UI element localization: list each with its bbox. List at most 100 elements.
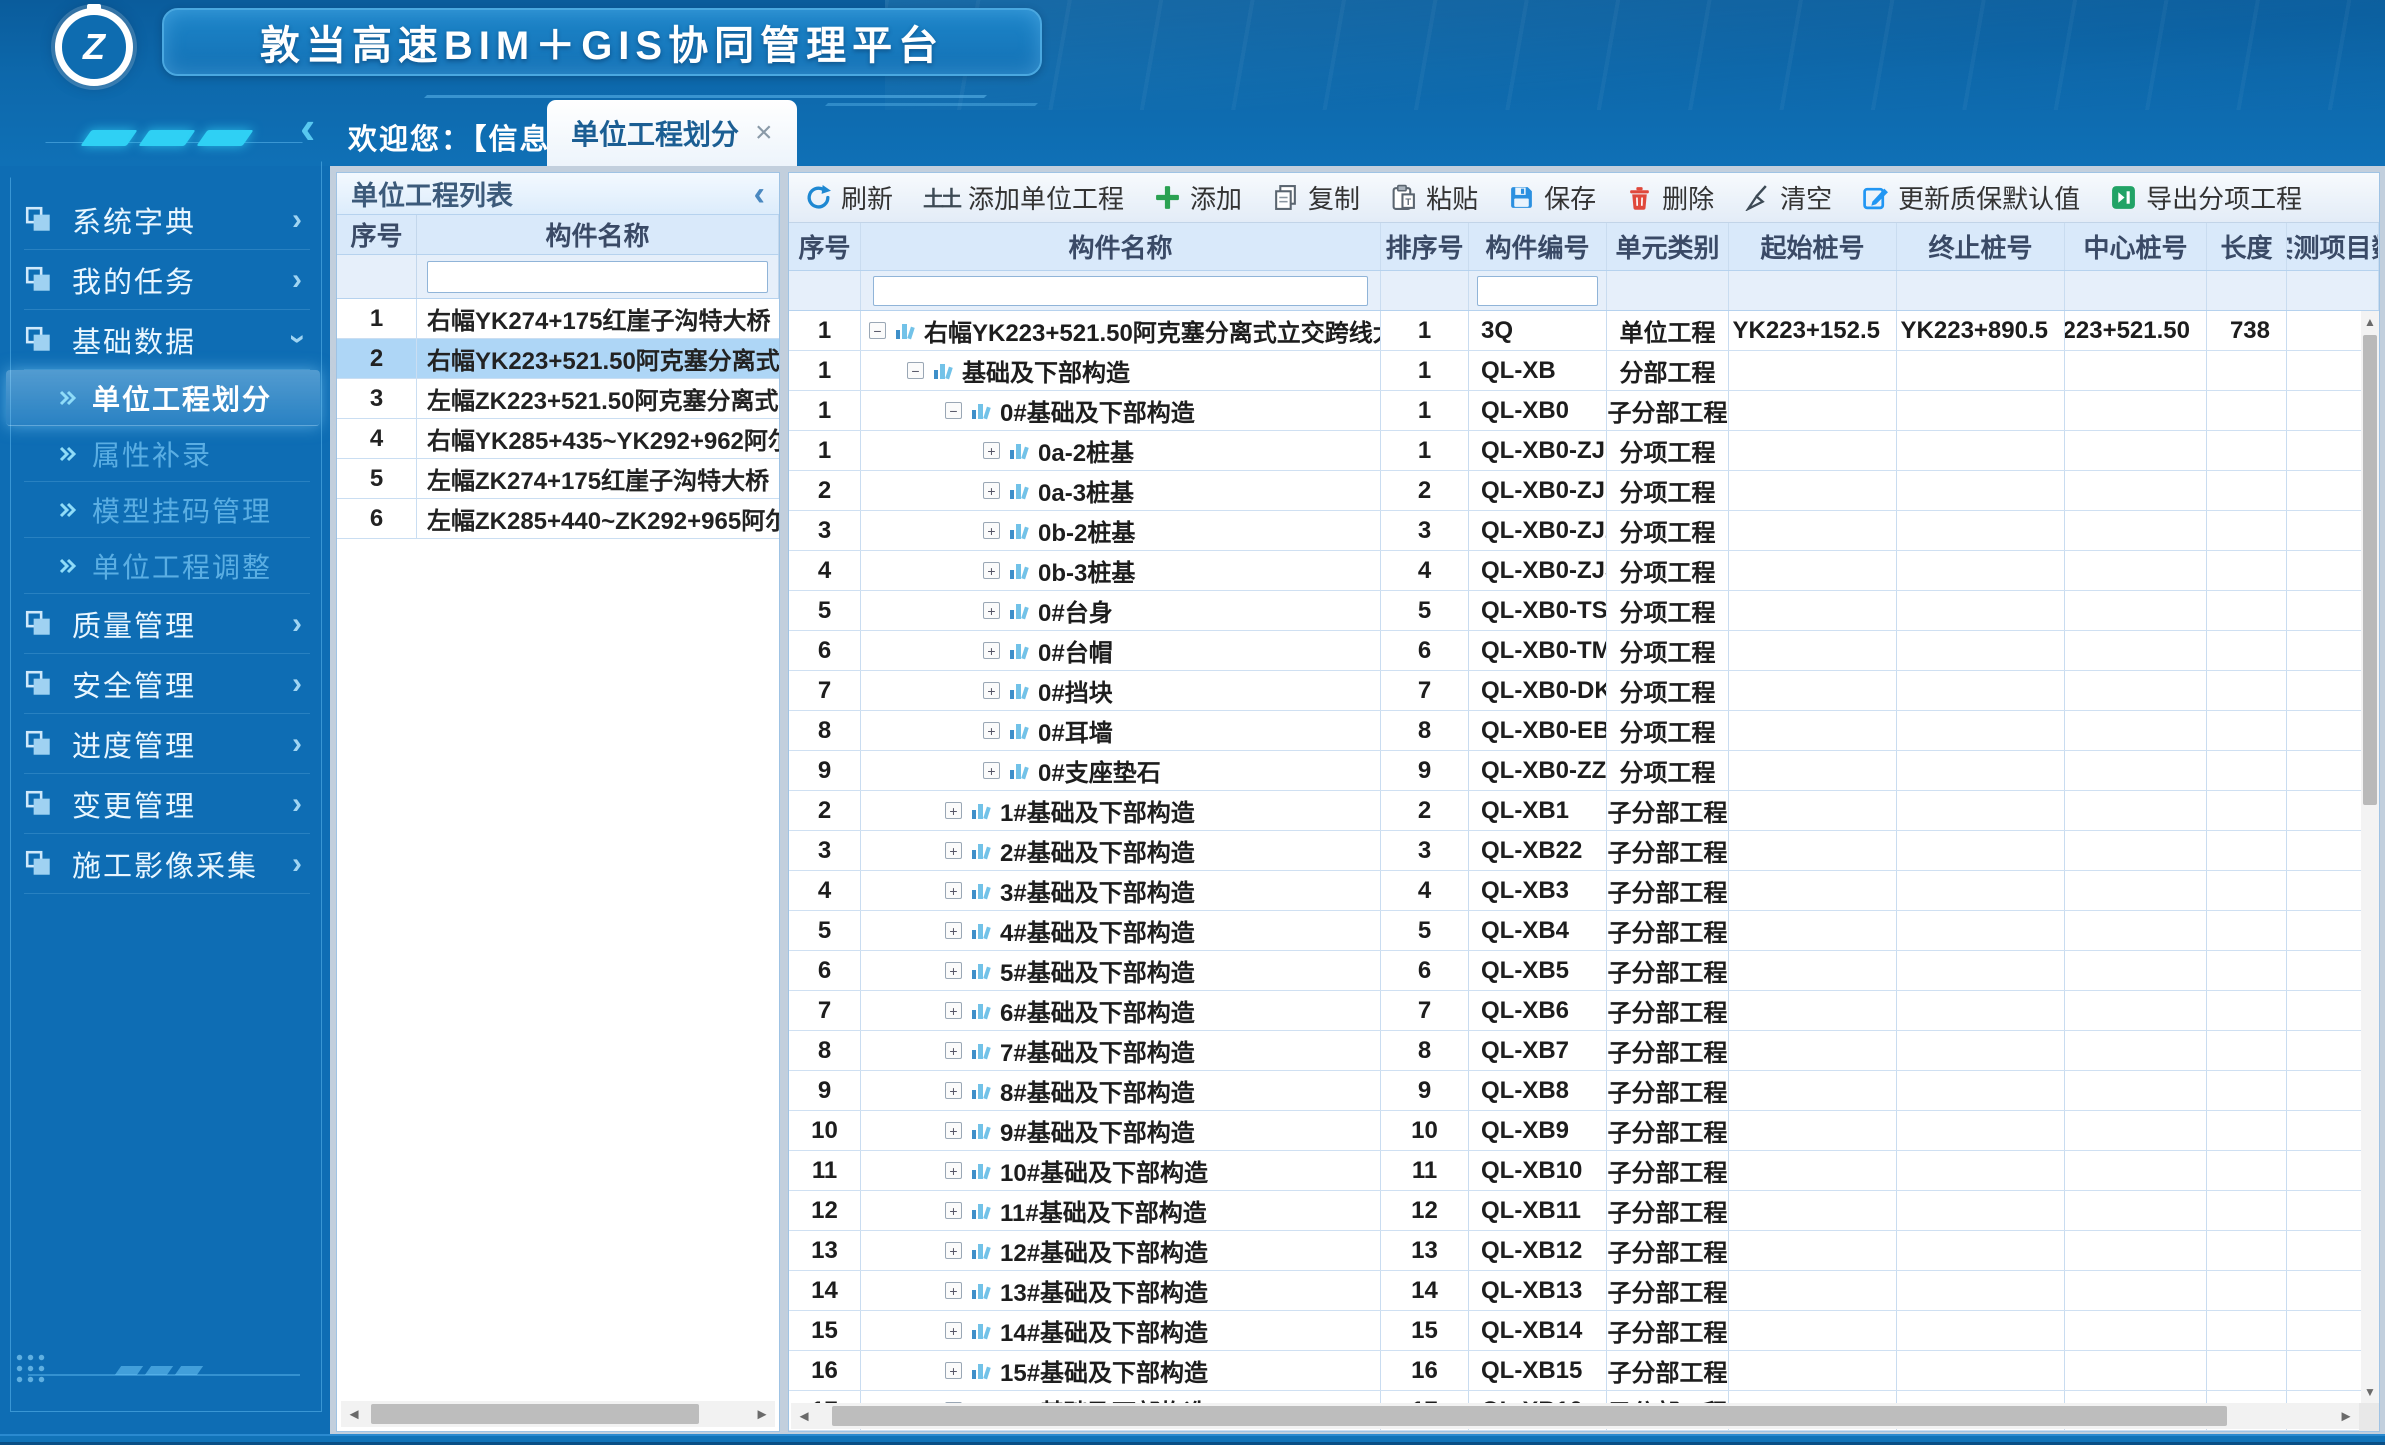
cell-category: 子分部工程 bbox=[1607, 1071, 1729, 1110]
collapse-node-icon[interactable]: − bbox=[907, 362, 924, 379]
table-row[interactable]: 4+0b-3桩基4QL-XB0-ZJ3分项工程 bbox=[789, 551, 2379, 591]
table-row[interactable]: 7+0#挡块7QL-XB0-DK0分项工程 bbox=[789, 671, 2379, 711]
scroll-up-arrow[interactable]: ▲ bbox=[2361, 311, 2379, 333]
sidebar-item-系统字典[interactable]: 系统字典› bbox=[24, 190, 310, 250]
expand-node-icon[interactable]: + bbox=[983, 762, 1000, 779]
scrollbar-track[interactable] bbox=[817, 1403, 2333, 1429]
expand-node-icon[interactable]: + bbox=[983, 562, 1000, 579]
toolbar-button-更新质保默认值[interactable]: 更新质保默认值 bbox=[1862, 179, 2080, 216]
scrollbar-thumb[interactable] bbox=[832, 1406, 2227, 1426]
table-row[interactable]: 4+3#基础及下部构造4QL-XB3子分部工程 bbox=[789, 871, 2379, 911]
unit-list-row[interactable]: 3左幅ZK223+521.50阿克塞分离式立交跨线大桥 bbox=[337, 379, 779, 419]
table-row[interactable]: 16+15#基础及下部构造16QL-XB15子分部工程 bbox=[789, 1351, 2379, 1391]
expand-node-icon[interactable]: + bbox=[945, 1362, 962, 1379]
table-row[interactable]: 5+4#基础及下部构造5QL-XB4子分部工程 bbox=[789, 911, 2379, 951]
scrollbar-thumb[interactable] bbox=[371, 1404, 700, 1424]
collapse-panel-icon[interactable]: ‹ bbox=[754, 179, 765, 209]
expand-node-icon[interactable]: + bbox=[983, 642, 1000, 659]
toolbar-button-粘贴[interactable]: T粘贴 bbox=[1390, 179, 1478, 216]
expand-node-icon[interactable]: + bbox=[945, 842, 962, 859]
expand-node-icon[interactable]: + bbox=[945, 922, 962, 939]
toolbar-button-保存[interactable]: 保存 bbox=[1508, 179, 1596, 216]
collapse-node-icon[interactable]: − bbox=[869, 322, 886, 339]
scroll-left-arrow[interactable]: ◄ bbox=[791, 1403, 817, 1429]
table-row[interactable]: 3+0b-2桩基3QL-XB0-ZJ2分项工程 bbox=[789, 511, 2379, 551]
table-row[interactable]: 7+6#基础及下部构造7QL-XB6子分部工程 bbox=[789, 991, 2379, 1031]
toolbar-button-添加[interactable]: 添加 bbox=[1154, 179, 1242, 216]
tab-unit-project-division[interactable]: 单位工程划分 × bbox=[547, 100, 797, 166]
expand-node-icon[interactable]: + bbox=[945, 1202, 962, 1219]
table-row[interactable]: 1−基础及下部构造1QL-XB分部工程 bbox=[789, 351, 2379, 391]
table-row[interactable]: 2+1#基础及下部构造2QL-XB1子分部工程 bbox=[789, 791, 2379, 831]
scrollbar-thumb[interactable] bbox=[2363, 335, 2377, 805]
unit-list-row[interactable]: 6左幅ZK285+440~ZK292+965阿尔金山特长隧道 bbox=[337, 499, 779, 539]
expand-node-icon[interactable]: + bbox=[945, 1322, 962, 1339]
table-row[interactable]: 9+8#基础及下部构造9QL-XB8子分部工程 bbox=[789, 1071, 2379, 1111]
table-row[interactable]: 6+0#台帽6QL-XB0-TM0分项工程 bbox=[789, 631, 2379, 671]
sidebar-item-安全管理[interactable]: 安全管理› bbox=[24, 654, 310, 714]
sidebar-item-施工影像采集[interactable]: 施工影像采集› bbox=[24, 834, 310, 894]
sidebar-item-质量管理[interactable]: 质量管理› bbox=[24, 594, 310, 654]
unit-list-row[interactable]: 5左幅ZK274+175红崖子沟特大桥 bbox=[337, 459, 779, 499]
sidebar-item-变更管理[interactable]: 变更管理› bbox=[24, 774, 310, 834]
table-row[interactable]: 1−0#基础及下部构造1QL-XB0子分部工程 bbox=[789, 391, 2379, 431]
unit-name-filter-input[interactable] bbox=[427, 261, 768, 293]
collapse-node-icon[interactable]: − bbox=[945, 402, 962, 419]
toolbar-button-复制[interactable]: 复制 bbox=[1272, 179, 1360, 216]
table-row[interactable]: 15+14#基础及下部构造15QL-XB14子分部工程 bbox=[789, 1311, 2379, 1351]
expand-node-icon[interactable]: + bbox=[945, 1082, 962, 1099]
expand-node-icon[interactable]: + bbox=[983, 522, 1000, 539]
table-row[interactable]: 2+0a-3桩基2QL-XB0-ZJ1分项工程 bbox=[789, 471, 2379, 511]
sidebar-item-进度管理[interactable]: 进度管理› bbox=[24, 714, 310, 774]
toolbar-button-刷新[interactable]: 刷新 bbox=[805, 179, 893, 216]
table-row[interactable]: 3+2#基础及下部构造3QL-XB22子分部工程 bbox=[789, 831, 2379, 871]
table-row[interactable]: 14+13#基础及下部构造14QL-XB13子分部工程 bbox=[789, 1271, 2379, 1311]
table-row[interactable]: 13+12#基础及下部构造13QL-XB12子分部工程 bbox=[789, 1231, 2379, 1271]
unit-list-row[interactable]: 2右幅YK223+521.50阿克塞分离式立交跨线大桥 bbox=[337, 339, 779, 379]
expand-node-icon[interactable]: + bbox=[983, 482, 1000, 499]
table-row[interactable]: 12+11#基础及下部构造12QL-XB11子分部工程 bbox=[789, 1191, 2379, 1231]
toolbar-button-导出分项工程[interactable]: 导出分项工程 bbox=[2110, 179, 2302, 216]
expand-node-icon[interactable]: + bbox=[983, 682, 1000, 699]
unit-list-row[interactable]: 1右幅YK274+175红崖子沟特大桥 bbox=[337, 299, 779, 339]
sidebar-item-基础数据[interactable]: 基础数据› bbox=[24, 310, 310, 370]
expand-node-icon[interactable]: + bbox=[945, 1162, 962, 1179]
close-icon[interactable]: × bbox=[755, 116, 773, 150]
toolbar-button-添加单位工程[interactable]: 土土添加单位工程 bbox=[923, 179, 1124, 216]
table-row[interactable]: 11+10#基础及下部构造11QL-XB10子分部工程 bbox=[789, 1151, 2379, 1191]
expand-node-icon[interactable]: + bbox=[983, 602, 1000, 619]
table-row[interactable]: 8+0#耳墙8QL-XB0-EBQ0分项工程 bbox=[789, 711, 2379, 751]
component-code-filter-input[interactable] bbox=[1477, 276, 1598, 306]
scroll-right-arrow[interactable]: ► bbox=[2333, 1403, 2359, 1429]
sidebar-item-我的任务[interactable]: 我的任务› bbox=[24, 250, 310, 310]
scroll-left-arrow[interactable]: ◄ bbox=[341, 1401, 367, 1427]
scroll-down-arrow[interactable]: ▼ bbox=[2361, 1381, 2379, 1403]
table-row[interactable]: 1−右幅YK223+521.50阿克塞分离式立交跨线大桥13Q单位工程YK223… bbox=[789, 311, 2379, 351]
expand-node-icon[interactable]: + bbox=[945, 1002, 962, 1019]
expand-node-icon[interactable]: + bbox=[945, 1282, 962, 1299]
expand-node-icon[interactable]: + bbox=[945, 962, 962, 979]
expand-node-icon[interactable]: + bbox=[945, 802, 962, 819]
expand-node-icon[interactable]: + bbox=[945, 1042, 962, 1059]
table-row[interactable]: 6+5#基础及下部构造6QL-XB5子分部工程 bbox=[789, 951, 2379, 991]
expand-node-icon[interactable]: + bbox=[945, 1242, 962, 1259]
component-name-filter-input[interactable] bbox=[873, 276, 1368, 306]
expand-node-icon[interactable]: + bbox=[983, 722, 1000, 739]
expand-node-icon[interactable]: + bbox=[983, 442, 1000, 459]
sidebar-item-单位工程划分[interactable]: 单位工程划分 bbox=[6, 370, 320, 426]
sidebar-item-属性补录[interactable]: 属性补录 bbox=[24, 426, 310, 482]
table-row[interactable]: 10+9#基础及下部构造10QL-XB9子分部工程 bbox=[789, 1111, 2379, 1151]
sidebar-item-单位工程调整[interactable]: 单位工程调整 bbox=[24, 538, 310, 594]
table-row[interactable]: 5+0#台身5QL-XB0-TS0分项工程 bbox=[789, 591, 2379, 631]
scrollbar-track[interactable] bbox=[367, 1401, 749, 1427]
scroll-right-arrow[interactable]: ► bbox=[749, 1401, 775, 1427]
expand-node-icon[interactable]: + bbox=[945, 882, 962, 899]
table-row[interactable]: 9+0#支座垫石9QL-XB0-ZZDS0分项工程 bbox=[789, 751, 2379, 791]
sidebar-item-模型挂码管理[interactable]: 模型挂码管理 bbox=[24, 482, 310, 538]
expand-node-icon[interactable]: + bbox=[945, 1122, 962, 1139]
table-row[interactable]: 8+7#基础及下部构造8QL-XB7子分部工程 bbox=[789, 1031, 2379, 1071]
table-row[interactable]: 1+0a-2桩基1QL-XB0-ZJ0分项工程 bbox=[789, 431, 2379, 471]
toolbar-button-清空[interactable]: 清空 bbox=[1744, 179, 1832, 216]
unit-list-row[interactable]: 4右幅YK285+435~YK292+962阿尔金山特长隧道 bbox=[337, 419, 779, 459]
toolbar-button-删除[interactable]: 删除 bbox=[1626, 179, 1714, 216]
